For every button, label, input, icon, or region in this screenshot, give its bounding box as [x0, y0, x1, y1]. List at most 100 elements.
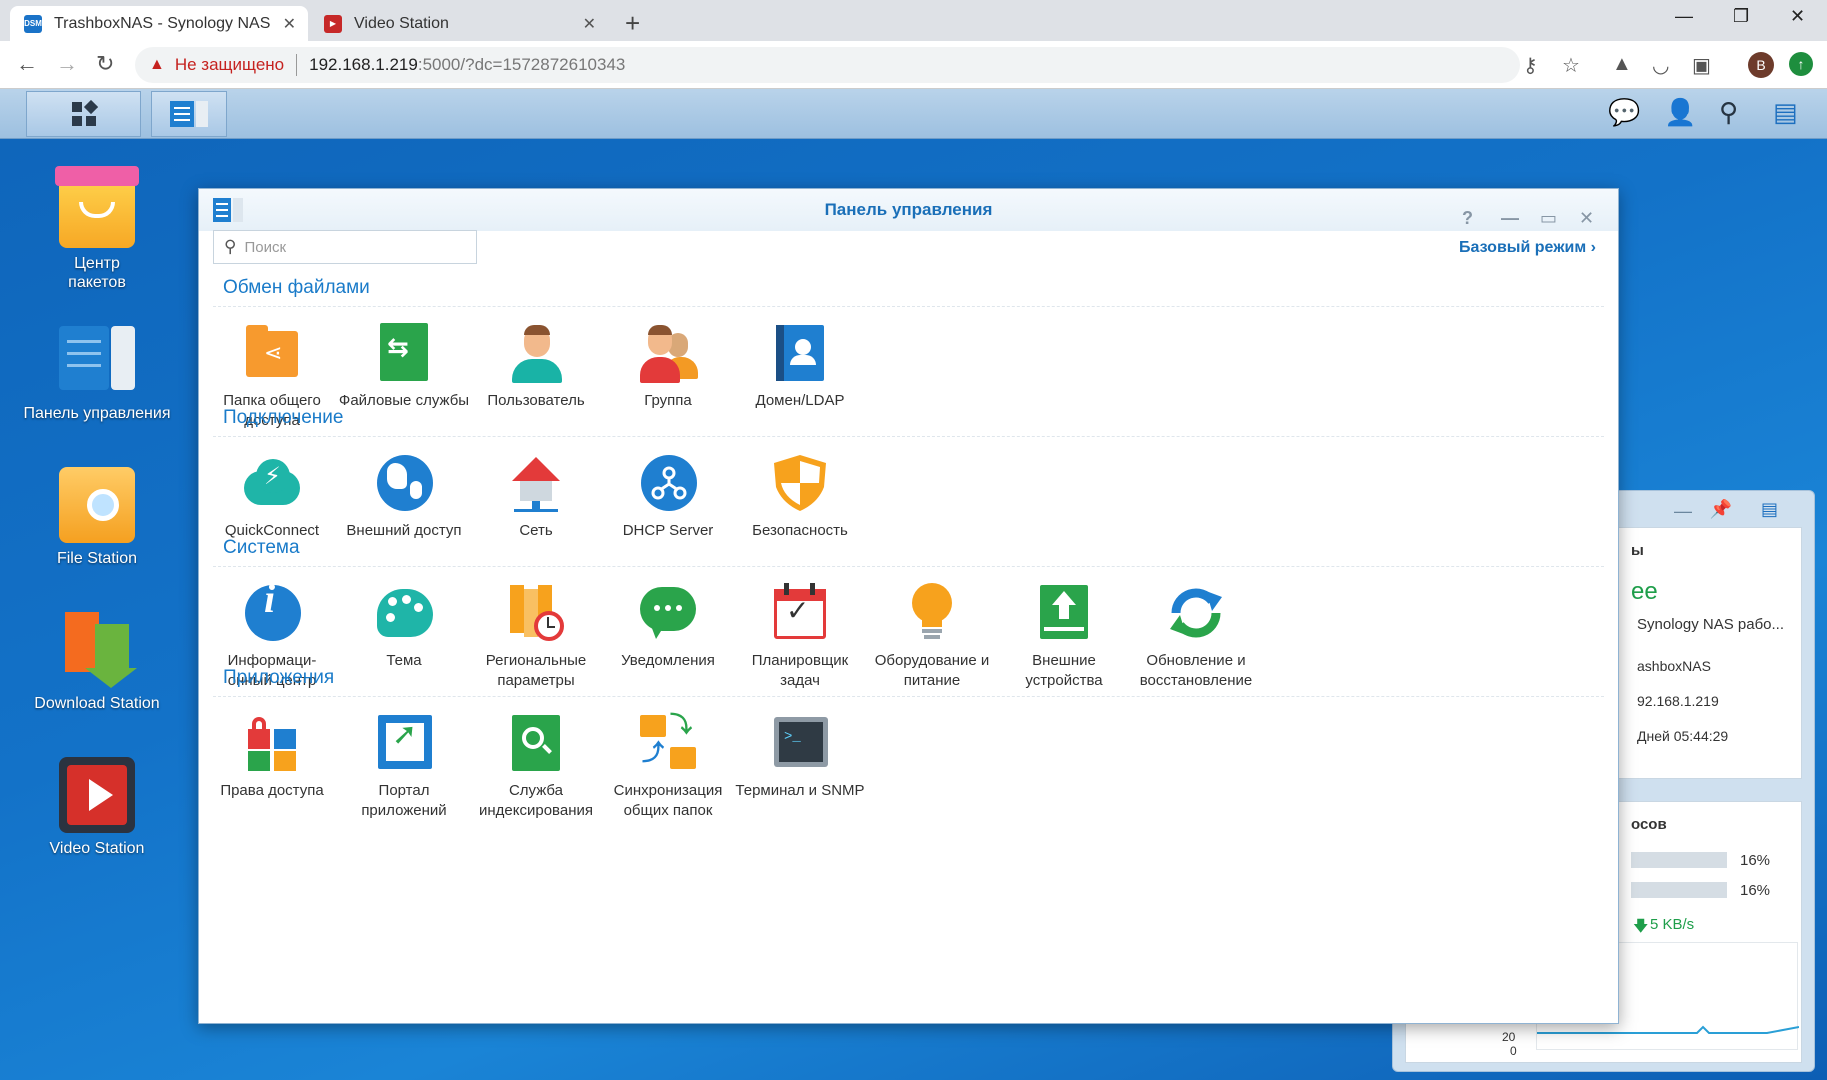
dhcp-icon [638, 453, 698, 513]
star-icon[interactable]: ☆ [1562, 53, 1580, 78]
item-network[interactable]: Сеть [470, 453, 602, 541]
item-quickconnect[interactable]: ⚡ QuickConnect [206, 453, 338, 541]
tab-title: TrashboxNAS - Synology NAS [54, 14, 271, 32]
item-label: Служба индексирования [479, 782, 593, 819]
desktop-icon-package-center[interactable]: Центр пакетов [7, 166, 187, 292]
address-bar[interactable]: ▲ Не защищено 192.168.1.219:5000/?dc=157… [135, 47, 1520, 83]
desktop-icon-label: Панель управления [23, 405, 171, 422]
search-icon[interactable]: ⚲ [1719, 97, 1738, 128]
user-icon[interactable]: 👤 [1664, 97, 1696, 128]
close-icon[interactable]: ✕ [1579, 197, 1594, 239]
update-icon[interactable]: ↑ [1789, 52, 1813, 76]
drive-extension-icon[interactable]: ▲ [1612, 53, 1632, 76]
help-icon[interactable]: ? [1462, 197, 1473, 239]
group-icon [638, 323, 698, 383]
folder-sync-icon: ⤵ ⤴ [638, 713, 698, 773]
item-label: Региональные параметры [485, 652, 587, 689]
tab-trashboxnas[interactable]: DSM TrashboxNAS - Synology NAS ✕ [10, 6, 308, 41]
item-terminal-snmp[interactable]: >_ Терминал и SNMP [734, 713, 866, 801]
quickconnect-icon: ⚡ [242, 453, 302, 513]
lightbulb-icon [902, 583, 962, 643]
reload-icon[interactable]: ↻ [96, 51, 114, 77]
desktop-icon-control-panel[interactable]: Панель управления [7, 322, 187, 423]
item-task-scheduler[interactable]: ✓ Планировщик задач [734, 583, 866, 691]
item-user[interactable]: Пользователь [470, 323, 602, 411]
item-regional-options[interactable]: Региональные параметры [470, 583, 602, 691]
control-panel-icon [59, 322, 135, 398]
item-privileges[interactable]: Права доступа [206, 713, 338, 801]
section-divider [213, 696, 1604, 697]
new-tab-button[interactable]: + [625, 8, 640, 39]
item-dhcp-server[interactable]: DHCP Server [602, 453, 734, 541]
external-device-icon [1034, 583, 1094, 643]
widget-menu-icon[interactable]: ▤ [1761, 499, 1778, 520]
maximize-icon[interactable]: ▭ [1540, 197, 1557, 239]
extension-icon[interactable]: ▣ [1692, 53, 1711, 78]
palette-icon [374, 583, 434, 643]
item-theme[interactable]: Тема [338, 583, 470, 671]
item-external-devices[interactable]: Внешние устройства [998, 583, 1130, 691]
forward-icon[interactable]: → [56, 51, 78, 77]
file-station-icon [59, 467, 135, 543]
tab-title: Video Station [354, 14, 449, 32]
server-name: ashboxNAS [1637, 658, 1711, 674]
back-icon[interactable]: ← [16, 51, 38, 77]
pin-icon[interactable]: 📌 [1710, 499, 1732, 520]
network-speed: 5 KB/s [1650, 916, 1695, 933]
close-window-icon[interactable]: ✕ [1790, 6, 1805, 27]
search-input[interactable]: ⚲ Поиск [213, 230, 477, 264]
control-panel-icon [170, 101, 208, 127]
close-tab-icon[interactable]: ✕ [583, 14, 596, 34]
profile-avatar[interactable]: B [1748, 52, 1774, 78]
tab-video-station[interactable]: ▶ Video Station ✕ [310, 6, 608, 41]
messages-icon[interactable]: 💬 [1608, 97, 1640, 128]
security-label: Не защищено [174, 55, 285, 74]
item-domain-ldap[interactable]: Домен/LDAP [734, 323, 866, 411]
item-update-restore[interactable]: Обновление и восстановление [1130, 583, 1262, 691]
item-shared-folder-sync[interactable]: ⤵ ⤴ Синхронизация общих папок [602, 713, 734, 821]
item-indexing-service[interactable]: Служба индексирования [470, 713, 602, 821]
item-notifications[interactable]: Уведомления [602, 583, 734, 671]
pocket-extension-icon[interactable]: ◡ [1652, 53, 1669, 78]
main-menu-button[interactable] [26, 91, 141, 137]
desktop-icon-file-station[interactable]: File Station [7, 467, 187, 568]
key-icon[interactable]: ⚷ [1523, 53, 1538, 78]
desktop-icon-label: Video Station [49, 840, 145, 857]
restore-icon[interactable]: ❐ [1733, 6, 1749, 27]
ip-address: 92.168.1.219 [1637, 693, 1719, 709]
globe-icon [374, 453, 434, 513]
section-title: Приложения [223, 667, 335, 688]
control-panel-icon [213, 198, 243, 222]
search-icon: ⚲ [224, 237, 237, 256]
package-center-icon [55, 166, 139, 248]
widgets-icon[interactable]: ▤ [1773, 97, 1798, 128]
cpu-bar [1631, 852, 1727, 868]
minimize-widget-icon[interactable]: — [1674, 501, 1692, 522]
item-hardware-power[interactable]: Оборудование и питание [866, 583, 998, 691]
close-tab-icon[interactable]: ✕ [283, 14, 296, 34]
item-file-services[interactable]: ⇆ Файловые службы [338, 323, 470, 411]
browser-toolbar: ← → ↻ ▲ Не защищено 192.168.1.219:5000/?… [0, 41, 1827, 89]
minimize-icon[interactable]: — [1501, 197, 1519, 239]
refresh-icon [1166, 583, 1226, 643]
item-security[interactable]: Безопасность [734, 453, 866, 541]
section-divider [213, 306, 1604, 307]
desktop-icon-video-station[interactable]: Video Station [7, 757, 187, 858]
item-label: Права доступа [220, 782, 324, 799]
portal-icon: ➚ [374, 713, 434, 773]
desktop-icon-download-station[interactable]: Download Station [7, 612, 187, 713]
item-label: Синхронизация общих папок [613, 782, 723, 819]
desktop-icon-label: File Station [56, 550, 138, 567]
basic-mode-link[interactable]: Базовый режим › [1459, 239, 1596, 257]
item-application-portal[interactable]: ➚ Портал приложений [338, 713, 470, 821]
health-message: Synology NAS рабо... [1637, 616, 1785, 633]
user-icon [506, 323, 566, 383]
ram-percent: 16% [1740, 882, 1771, 899]
window-titlebar: Панель управления ? — ▭ ✕ [199, 189, 1618, 231]
item-label: Оборудование и питание [874, 652, 990, 689]
minimize-icon[interactable]: — [1675, 6, 1693, 27]
taskbar-control-panel[interactable] [151, 91, 227, 137]
section-divider [213, 566, 1604, 567]
item-external-access[interactable]: Внешний доступ [338, 453, 470, 541]
item-group[interactable]: Группа [602, 323, 734, 411]
